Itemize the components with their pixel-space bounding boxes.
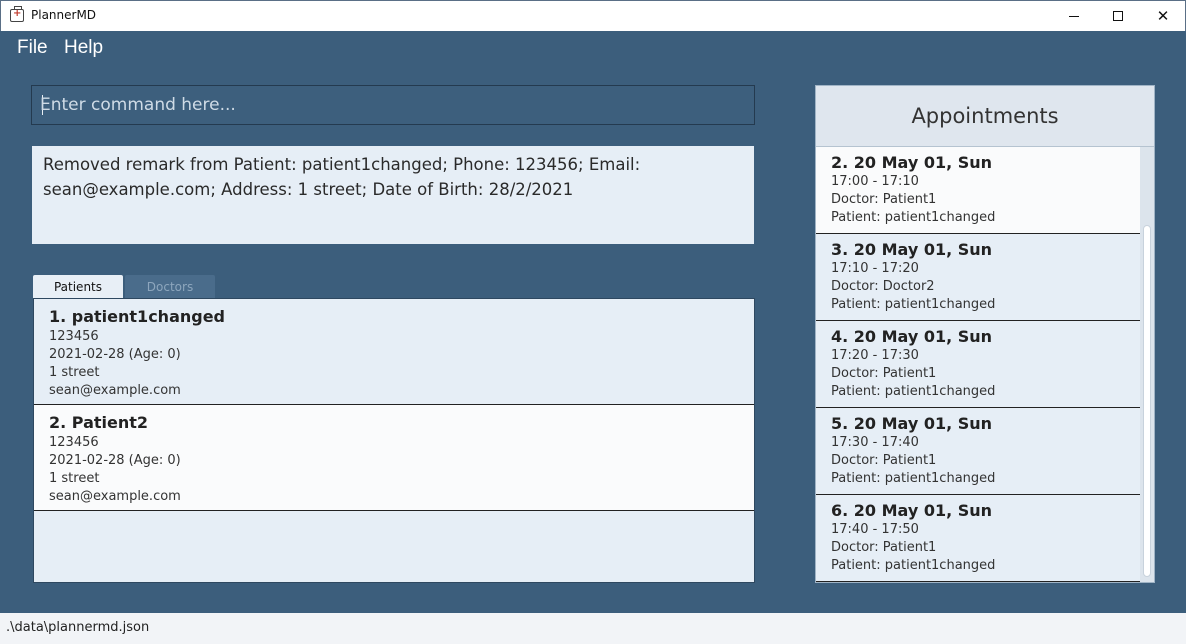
title-bar: PlannerMD ✕ [0, 0, 1186, 31]
appointment-doctor: Doctor: Patient1 [831, 366, 937, 381]
appointment-date: 4. 20 May 01, Sun [831, 327, 993, 346]
patient-list: 1. patient1changed 123456 2021-02-28 (Ag… [33, 298, 755, 583]
appointment-doctor: Doctor: Doctor2 [831, 279, 935, 294]
maximize-icon [1113, 11, 1123, 21]
appointment-doctor: Doctor: Patient1 [831, 192, 937, 207]
list-item[interactable]: 1. patient1changed 123456 2021-02-28 (Ag… [34, 299, 754, 405]
patient-name: 2. Patient2 [49, 413, 149, 432]
list-item[interactable]: 2. 20 May 01, Sun 17:00 - 17:10 Doctor: … [816, 147, 1140, 234]
result-text: Removed remark from Patient: patient1cha… [43, 155, 641, 199]
command-input[interactable] [40, 86, 740, 124]
appointment-date: 6. 20 May 01, Sun [831, 501, 993, 520]
list-item[interactable]: 2. Patient2 123456 2021-02-28 (Age: 0) 1… [34, 405, 754, 511]
command-box [31, 85, 755, 125]
appointment-time: 17:30 - 17:40 [831, 435, 919, 450]
medical-kit-icon [10, 6, 24, 22]
appointment-time: 17:20 - 17:30 [831, 348, 919, 363]
appointment-doctor: Doctor: Patient1 [831, 540, 937, 555]
window-title: PlannerMD [31, 8, 97, 22]
appointment-patient: Patient: patient1changed [831, 297, 996, 312]
list-item[interactable]: 6. 20 May 01, Sun 17:40 - 17:50 Doctor: … [816, 495, 1140, 582]
list-item[interactable]: 3. 20 May 01, Sun 17:10 - 17:20 Doctor: … [816, 234, 1140, 321]
appointment-list[interactable]: 2. 20 May 01, Sun 17:00 - 17:10 Doctor: … [816, 147, 1140, 582]
menu-file[interactable]: File [17, 37, 48, 59]
tab-patients[interactable]: Patients [33, 275, 123, 298]
appointment-patient: Patient: patient1changed [831, 384, 996, 399]
appointment-patient: Patient: patient1changed [831, 558, 996, 573]
appointment-time: 17:10 - 17:20 [831, 261, 919, 276]
patient-address: 1 street [49, 471, 100, 486]
menu-help[interactable]: Help [64, 37, 103, 59]
close-button[interactable]: ✕ [1140, 1, 1186, 31]
minimize-button[interactable] [1051, 1, 1097, 31]
appointment-patient: Patient: patient1changed [831, 471, 996, 486]
appointment-date: 3. 20 May 01, Sun [831, 240, 993, 259]
patient-phone: 123456 [49, 435, 99, 450]
appointments-header: Appointments [816, 86, 1154, 147]
close-icon: ✕ [1156, 7, 1170, 25]
patient-dob: 2021-02-28 (Age: 0) [49, 347, 181, 362]
patient-name: 1. patient1changed [49, 307, 226, 326]
scrollbar-thumb[interactable] [1143, 225, 1151, 577]
data-file-path: .\data\plannermd.json [6, 620, 150, 635]
appointment-date: 5. 20 May 01, Sun [831, 414, 993, 433]
patient-dob: 2021-02-28 (Age: 0) [49, 453, 181, 468]
appointment-time: 17:00 - 17:10 [831, 174, 919, 189]
list-item[interactable]: 4. 20 May 01, Sun 17:20 - 17:30 Doctor: … [816, 321, 1140, 408]
result-display: Removed remark from Patient: patient1cha… [32, 146, 754, 244]
patient-email: sean@example.com [49, 383, 181, 398]
patient-address: 1 street [49, 365, 100, 380]
appointment-time: 17:40 - 17:50 [831, 522, 919, 537]
tab-doctors[interactable]: Doctors [125, 275, 215, 298]
appointments-scrollbar[interactable] [1140, 147, 1154, 582]
maximize-button[interactable] [1095, 1, 1141, 31]
menu-bar: File Help [0, 31, 1186, 67]
patient-phone: 123456 [49, 329, 99, 344]
list-item[interactable]: 5. 20 May 01, Sun 17:30 - 17:40 Doctor: … [816, 408, 1140, 495]
appointments-panel: Appointments 2. 20 May 01, Sun 17:00 - 1… [815, 85, 1155, 583]
appointment-doctor: Doctor: Patient1 [831, 453, 937, 468]
minimize-icon [1069, 15, 1079, 17]
appointment-patient: Patient: patient1changed [831, 210, 996, 225]
patient-email: sean@example.com [49, 489, 181, 504]
status-bar: .\data\plannermd.json [0, 613, 1186, 644]
appointment-date: 2. 20 May 01, Sun [831, 153, 993, 172]
